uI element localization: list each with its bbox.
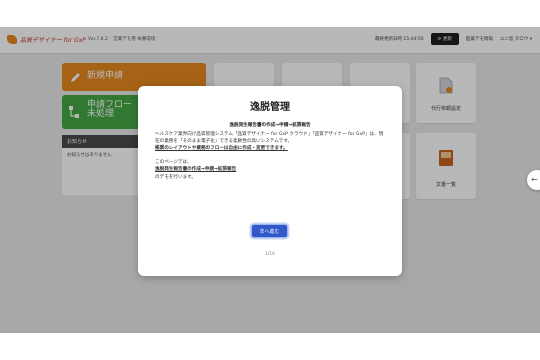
side-drawer-toggle[interactable]: ←	[527, 170, 540, 190]
arrow-left-icon: ←	[531, 175, 538, 184]
modal-emphasis-1: 帳票のレイアウトや業務のフローは自由に作成・変更できます。	[155, 146, 288, 152]
page-indicator: 1/16	[265, 252, 275, 257]
modal-emphasis-2: 逸脱発生報告書の作成→申請→拡張報告	[155, 167, 237, 173]
modal-title: 逸脱管理	[250, 102, 290, 113]
next-button[interactable]: 次へ進む	[251, 224, 288, 238]
tutorial-modal: 逸脱管理 逸脱発生報告書の作成→申請→拡張報告 ヘルスケア業界向け品質管理システ…	[138, 86, 402, 276]
modal-paragraph-1: ヘルスケア業界向け品質管理システム「品質デザイナー for GxP クラウド」「…	[155, 132, 384, 145]
modal-body: ヘルスケア業界向け品質管理システム「品質デザイナー for GxP クラウド」「…	[155, 131, 387, 181]
modal-paragraph-2: このページでは、	[155, 160, 192, 166]
modal-subtitle: 逸脱発生報告書の作成→申請→拡張報告	[229, 123, 311, 128]
modal-paragraph-3: のデモを行います。	[155, 174, 196, 180]
